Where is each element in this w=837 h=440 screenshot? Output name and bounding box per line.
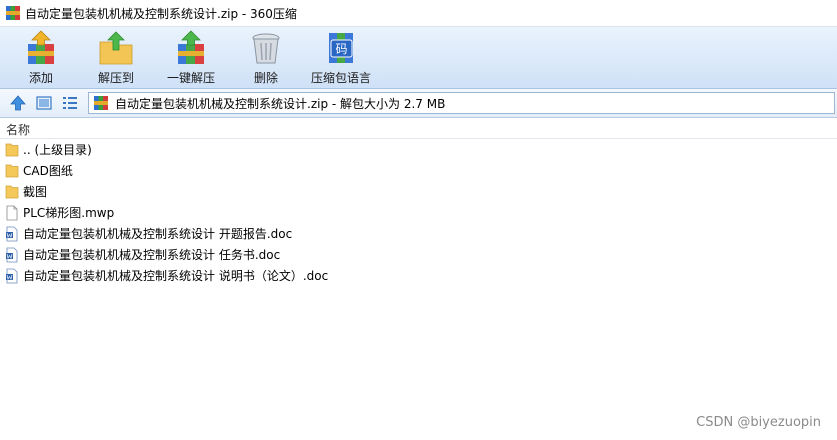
list-item-name: .. (上级目录): [23, 143, 92, 157]
up-arrow-icon[interactable]: [9, 94, 27, 112]
list-item-name: PLC梯形图.mwp: [23, 206, 115, 220]
list-item-doc[interactable]: 自动定量包装机机械及控制系统设计 任务书.doc: [0, 244, 837, 265]
file-icon: [6, 205, 18, 220]
address-field[interactable]: 自动定量包装机机械及控制系统设计.zip - 解包大小为 2.7 MB: [88, 92, 835, 114]
column-header: 名称: [0, 119, 837, 139]
folder-icon: [5, 143, 19, 156]
thumbnail-view-icon[interactable]: [35, 94, 53, 112]
one-click-extract-icon: [178, 30, 204, 64]
extract-to-button[interactable]: 解压到: [80, 30, 152, 86]
list-item-parent-directory[interactable]: .. (上级目录): [0, 139, 837, 160]
watermark: CSDN @biyezuopin: [696, 415, 821, 430]
add-label: 添加: [28, 71, 53, 85]
list-item-folder[interactable]: 截图: [0, 181, 837, 202]
list-item-file[interactable]: PLC梯形图.mwp: [0, 202, 837, 223]
list-item-name: CAD图纸: [23, 164, 73, 178]
add-button[interactable]: 添加: [5, 30, 77, 86]
list-view-icon[interactable]: [61, 94, 79, 112]
list-item-name: 截图: [23, 185, 48, 199]
address-text: 自动定量包装机机械及控制系统设计.zip - 解包大小为 2.7 MB: [115, 96, 446, 111]
list-item-doc[interactable]: 自动定量包装机机械及控制系统设计 说明书（论文）.doc: [0, 265, 837, 286]
one-click-extract-button[interactable]: 一键解压: [155, 30, 227, 86]
list-item-name: 自动定量包装机机械及控制系统设计 任务书.doc: [23, 248, 281, 262]
add-archive-icon: [28, 30, 54, 64]
archive-language-label: 压缩包语言: [310, 71, 371, 85]
word-document-icon: [6, 226, 18, 241]
list-item-doc[interactable]: 自动定量包装机机械及控制系统设计 开题报告.doc: [0, 223, 837, 244]
extract-to-icon: [99, 31, 133, 65]
list-item-name: 自动定量包装机机械及控制系统设计 开题报告.doc: [23, 227, 293, 241]
window-title: 自动定量包装机机械及控制系统设计.zip - 360压缩: [25, 6, 297, 21]
list-item-name: 自动定量包装机机械及控制系统设计 说明书（论文）.doc: [23, 269, 329, 283]
extract-to-label: 解压到: [97, 71, 134, 85]
zip-archive-icon: [6, 6, 20, 20]
zip-archive-icon: [94, 96, 108, 110]
archive-language-button[interactable]: 码 压缩包语言: [305, 30, 377, 86]
delete-button[interactable]: 删除: [230, 30, 302, 86]
list-item-folder[interactable]: CAD图纸: [0, 160, 837, 181]
trash-icon: [252, 33, 280, 64]
folder-icon: [5, 185, 19, 198]
toolbar: 添加 解压到 一键解压 删除 码 压缩包语言: [0, 27, 837, 89]
one-click-extract-label: 一键解压: [166, 71, 215, 85]
delete-label: 删除: [253, 71, 278, 85]
language-glyph: 码: [335, 42, 347, 56]
word-document-icon: [6, 268, 18, 283]
column-name-header[interactable]: 名称: [6, 121, 30, 138]
archive-language-icon: 码: [329, 33, 353, 63]
word-document-icon: [6, 247, 18, 262]
file-list: .. (上级目录) CAD图纸 截图 PLC梯形图.mwp 自动定量包装机机械及…: [0, 139, 837, 286]
folder-icon: [5, 164, 19, 177]
title-bar: 自动定量包装机机械及控制系统设计.zip - 360压缩: [0, 0, 837, 27]
address-bar: 自动定量包装机机械及控制系统设计.zip - 解包大小为 2.7 MB: [0, 89, 837, 118]
